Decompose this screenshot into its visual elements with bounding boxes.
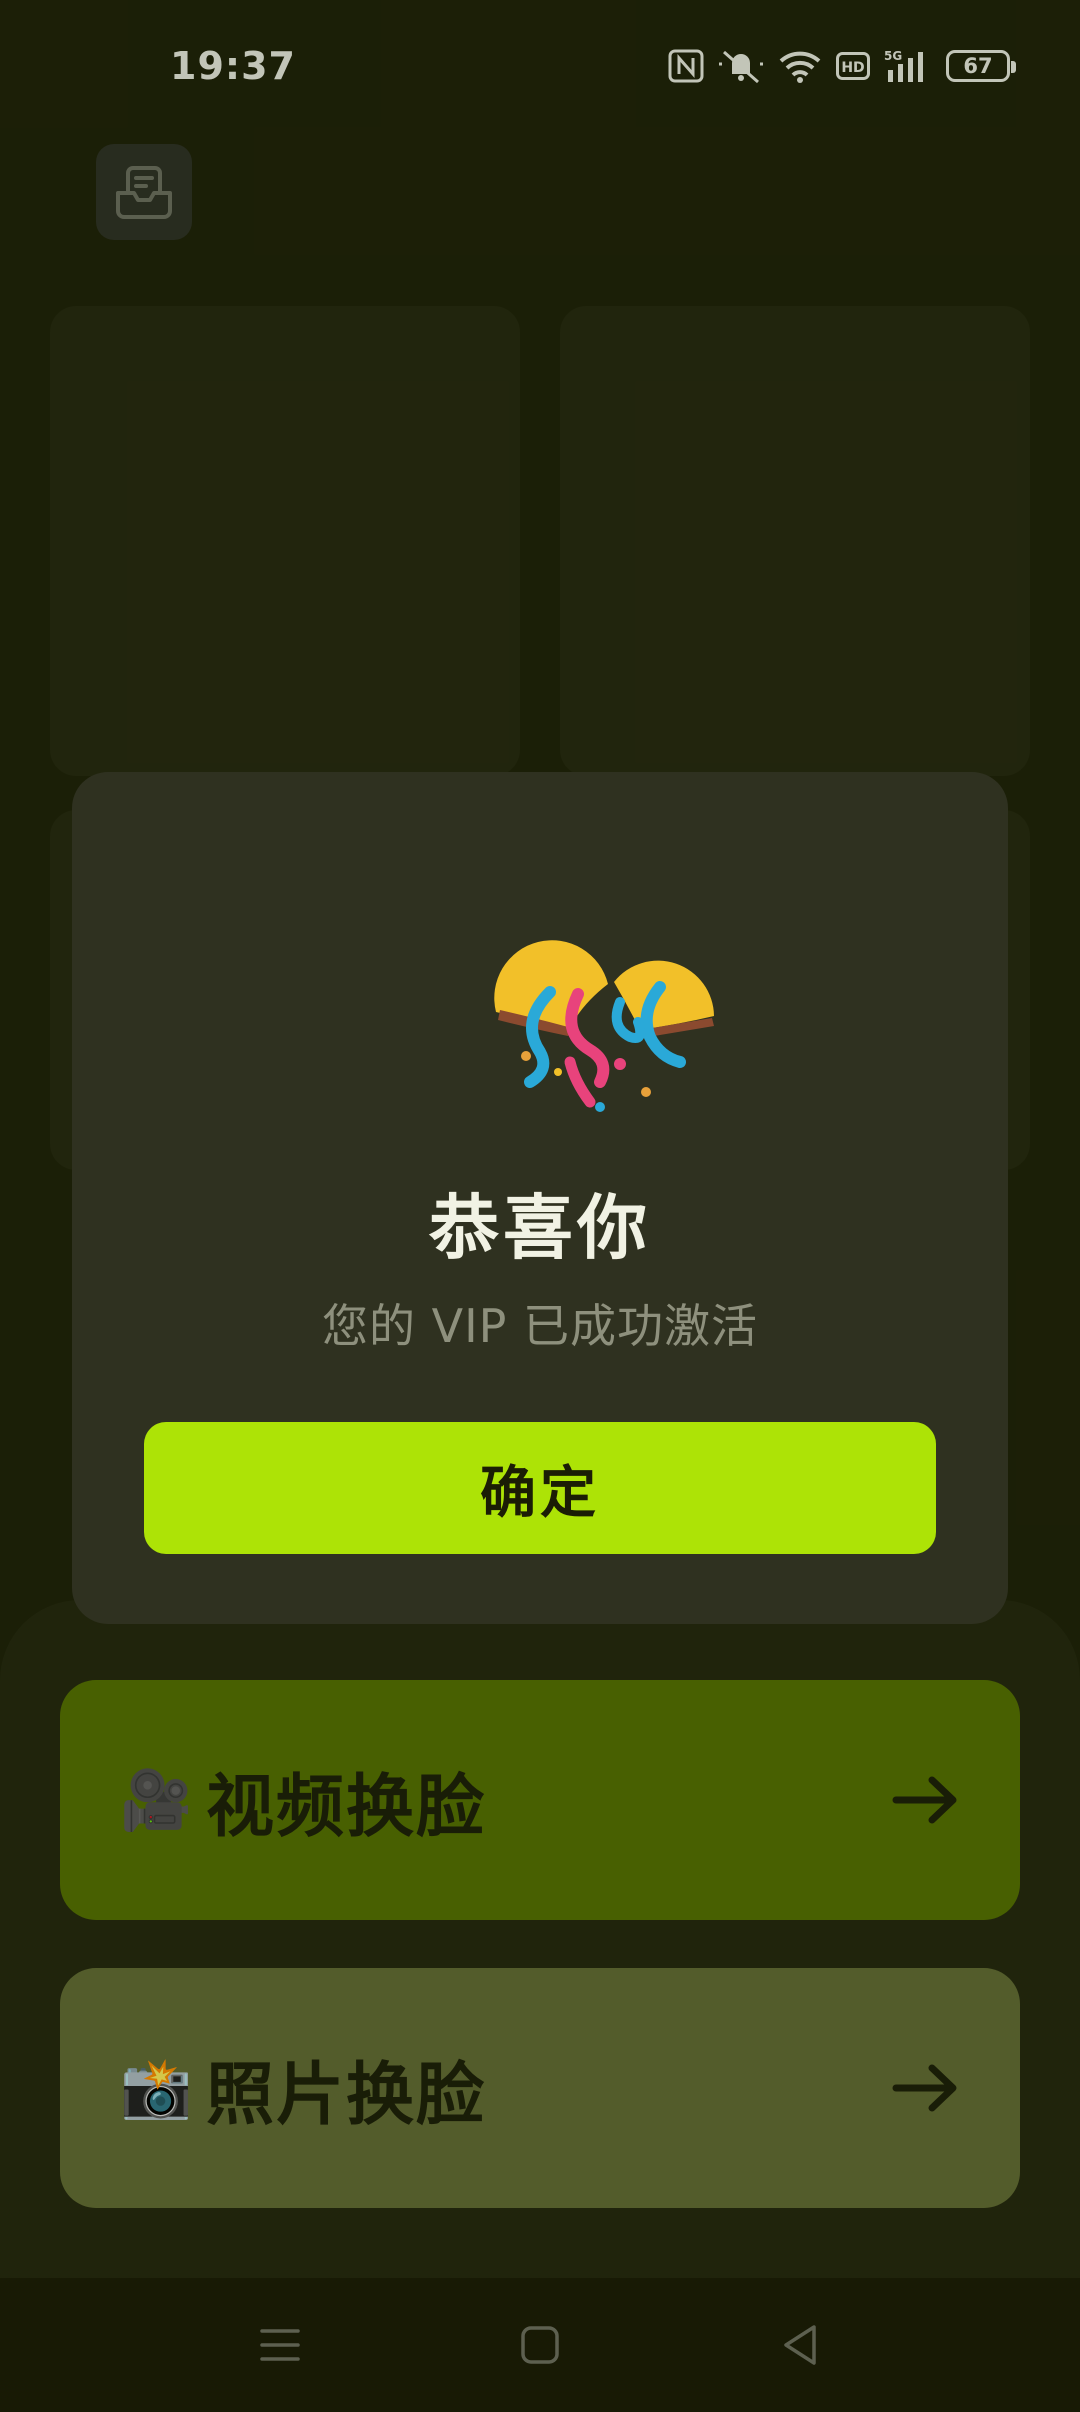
dialog-subtitle: 您的 VIP 已成功激活 [321,1299,759,1353]
screen: 19:37 HD 5G 67 🎥 视频换脸 📸 照片换脸 恭喜你 您的 VIP … [0,0,1080,2412]
party-popper-icon [494,940,714,1112]
vip-activated-dialog: 恭喜你 您的 VIP 已成功激活 确定 [72,772,1008,1624]
home-icon[interactable] [510,2315,570,2375]
back-icon[interactable] [770,2315,830,2375]
navigation-bar [0,2278,1080,2412]
dialog-title: 恭喜你 [429,1187,651,1269]
confirm-button[interactable]: 确定 [144,1422,936,1554]
menu-icon[interactable] [250,2315,310,2375]
